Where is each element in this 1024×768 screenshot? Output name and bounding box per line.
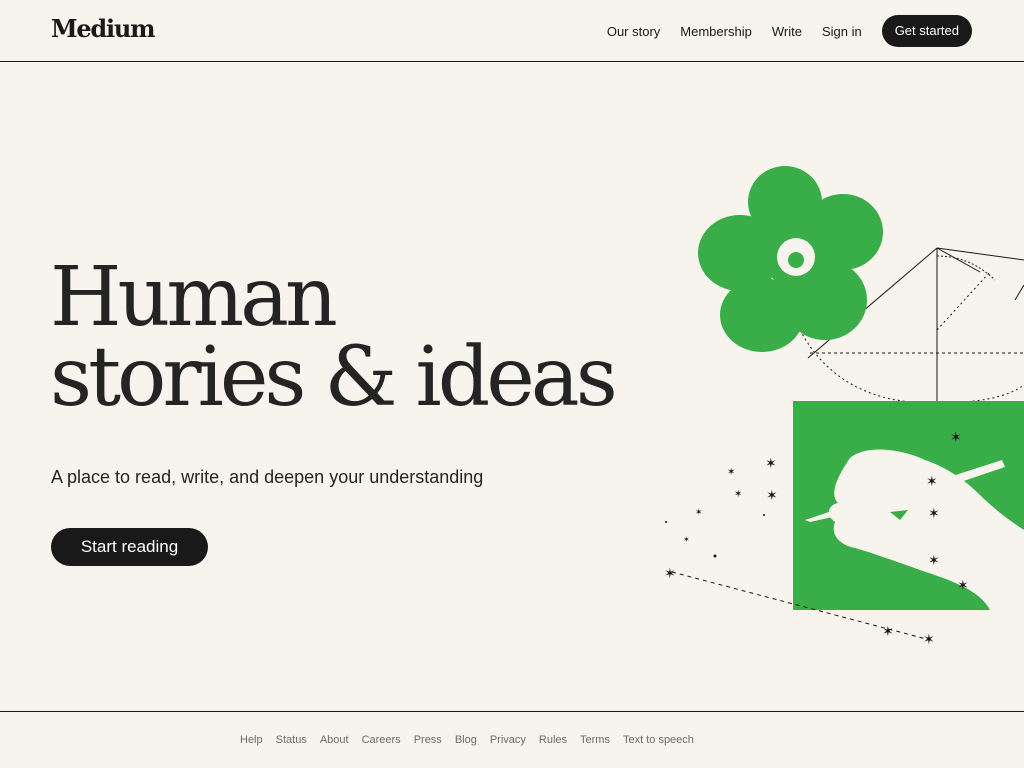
svg-text:✶: ✶ [926,474,938,490]
footer-careers-link[interactable]: Careers [362,734,401,746]
nav-sign-in-link[interactable]: Sign in [822,24,862,39]
get-started-button[interactable]: Get started [881,15,972,47]
nav-membership-link[interactable]: Membership [680,24,752,39]
site-header: Medium Our story Membership Write Sign i… [0,0,1024,62]
nav-our-story-link[interactable]: Our story [607,24,660,39]
svg-text:✶: ✶ [695,508,703,518]
footer-links: Help Status About Careers Press Blog Pri… [240,734,707,746]
footer-about-link[interactable]: About [320,734,349,746]
site-footer: Help Status About Careers Press Blog Pri… [0,711,1024,768]
svg-text:✶: ✶ [928,553,940,569]
hero-title-line-2: stories & ideas [50,330,618,425]
footer-rules-link[interactable]: Rules [539,734,567,746]
hero-title: Human stories & ideas [50,250,618,425]
svg-text:✶: ✶ [664,566,676,582]
svg-text:✶: ✶ [765,456,777,472]
nav-write-link[interactable]: Write [772,24,802,39]
hero-subtitle: A place to read, write, and deepen your … [51,467,484,487]
footer-help-link[interactable]: Help [240,734,263,746]
hero-title-line-1: Human [50,250,338,345]
footer-press-link[interactable]: Press [414,734,442,746]
top-nav: Our story Membership Write Sign in Get s… [607,15,972,47]
svg-text:✶: ✶ [882,624,894,640]
start-reading-button[interactable]: Start reading [51,528,208,566]
svg-text:✶: ✶ [928,506,940,522]
footer-privacy-link[interactable]: Privacy [490,734,526,746]
footer-status-link[interactable]: Status [276,734,307,746]
green-flower-icon [698,166,883,352]
footer-text-to-speech-link[interactable]: Text to speech [623,734,694,746]
hero-illustration: ✶ ✶ ✶ ✶ ✶ ✶ ✶ ✶ ✶ ✶ ✶ ✶ ✶ ✶ [664,166,1024,648]
svg-text:✶: ✶ [766,488,778,504]
footer-terms-link[interactable]: Terms [580,734,610,746]
svg-text:✶: ✶ [734,489,742,500]
svg-text:✶: ✶ [957,578,969,594]
svg-text:✶: ✶ [950,430,962,446]
footer-blog-link[interactable]: Blog [455,734,477,746]
svg-text:✶: ✶ [683,535,690,544]
svg-text:✶: ✶ [727,467,735,478]
medium-logo[interactable]: Medium [51,14,156,43]
